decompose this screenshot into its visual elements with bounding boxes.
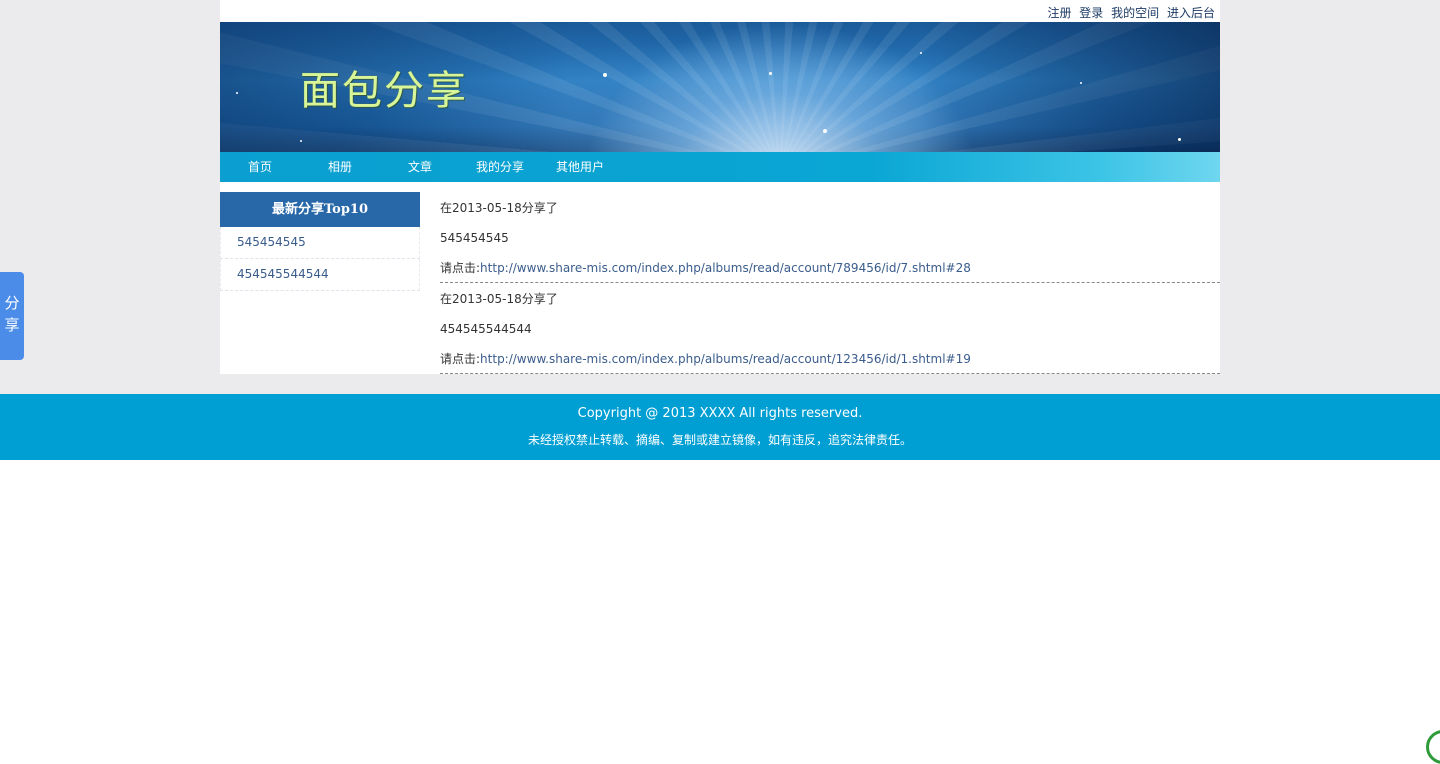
page-container: 注册 登录 我的空间 进入后台 面包分享 首页 相册 文章 我的分享 其他用户 … bbox=[220, 0, 1220, 374]
sidebar-item[interactable]: 454545544544 bbox=[220, 259, 420, 291]
share-entry: 在2013-05-18分享了 454545544544 请点击:http://w… bbox=[440, 283, 1220, 374]
share-value: 545454545 bbox=[440, 231, 509, 245]
banner-star bbox=[603, 73, 607, 77]
share-link-line: 请点击:http://www.share-mis.com/index.php/a… bbox=[440, 259, 971, 277]
sidebar-title: 最新分享Top10 bbox=[220, 192, 420, 227]
my-space-link[interactable]: 我的空间 bbox=[1111, 6, 1159, 20]
share-entry: 在2013-05-18分享了 545454545 请点击:http://www.… bbox=[440, 192, 1220, 283]
share-tab-char: 分 bbox=[4, 294, 20, 312]
banner-star bbox=[236, 92, 238, 94]
share-date: 在2013-05-18分享了 bbox=[440, 201, 558, 215]
site-logo[interactable]: 面包分享 bbox=[300, 66, 468, 116]
sidebar-item[interactable]: 545454545 bbox=[220, 227, 420, 259]
top-links: 注册 登录 我的空间 进入后台 bbox=[1043, 4, 1215, 22]
share-link[interactable]: http://www.share-mis.com/index.php/album… bbox=[480, 352, 971, 366]
nav-albums[interactable]: 相册 bbox=[300, 152, 380, 182]
share-side-button[interactable]: 分 享 bbox=[0, 272, 24, 360]
banner-star bbox=[823, 129, 827, 133]
banner-star bbox=[769, 72, 772, 75]
share-link-prefix: 请点击: bbox=[440, 352, 481, 366]
corner-widget-icon[interactable] bbox=[1426, 730, 1440, 764]
share-link-line: 请点击:http://www.share-mis.com/index.php/a… bbox=[440, 350, 971, 368]
banner-star bbox=[300, 140, 302, 142]
share-tab-char: 享 bbox=[4, 316, 20, 334]
footer-copyright: Copyright @ 2013 XXXX All rights reserve… bbox=[577, 406, 863, 421]
nav-other-users[interactable]: 其他用户 bbox=[540, 152, 620, 182]
share-date: 在2013-05-18分享了 bbox=[440, 292, 558, 306]
share-value: 454545544544 bbox=[440, 322, 532, 336]
main-nav: 首页 相册 文章 我的分享 其他用户 bbox=[220, 152, 1220, 182]
sidebar: 最新分享Top10 545454545 454545544544 bbox=[220, 192, 420, 291]
share-link[interactable]: http://www.share-mis.com/index.php/album… bbox=[480, 261, 971, 275]
share-list: 在2013-05-18分享了 545454545 请点击:http://www.… bbox=[440, 192, 1220, 374]
nav-articles[interactable]: 文章 bbox=[380, 152, 460, 182]
banner-star bbox=[920, 52, 922, 54]
share-link-prefix: 请点击: bbox=[440, 261, 481, 275]
admin-link[interactable]: 进入后台 bbox=[1167, 6, 1215, 20]
header-banner: 面包分享 bbox=[220, 22, 1220, 152]
footer-notice: 未经授权禁止转载、摘编、复制或建立镜像，如有违反，追究法律责任。 bbox=[527, 433, 912, 447]
register-link[interactable]: 注册 bbox=[1047, 6, 1071, 20]
login-link[interactable]: 登录 bbox=[1079, 6, 1103, 20]
nav-my-shares[interactable]: 我的分享 bbox=[460, 152, 540, 182]
footer: Copyright @ 2013 XXXX All rights reserve… bbox=[0, 394, 1440, 460]
banner-star bbox=[1080, 82, 1082, 84]
banner-star bbox=[1178, 138, 1181, 141]
nav-home[interactable]: 首页 bbox=[220, 152, 300, 182]
